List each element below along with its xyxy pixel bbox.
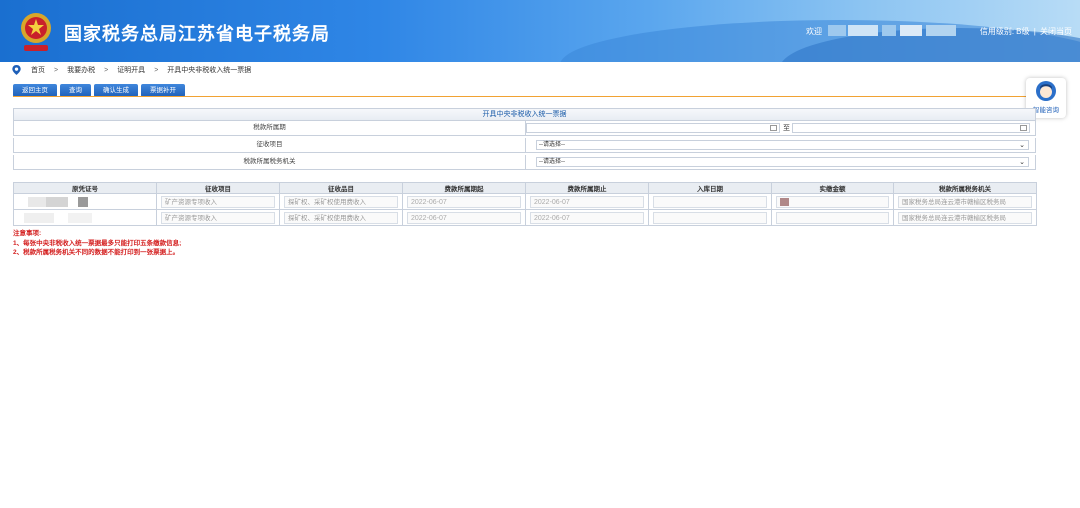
item-field: 矿产资源专项收入 — [161, 195, 275, 208]
redacted-username — [926, 25, 956, 36]
customer-service-icon — [1036, 81, 1056, 101]
period-separator: 至 — [783, 125, 790, 132]
redacted-value — [46, 196, 68, 207]
breadcrumb: 首页 > 我要办税 > 证明开具 > 开具中央非税收入统一票据 — [12, 64, 251, 76]
redacted-value — [24, 212, 54, 223]
tax-authority-value: --请选择-- — [539, 159, 565, 165]
notes-title: 注意事项: — [13, 230, 42, 237]
amount-field — [776, 195, 889, 208]
toolbar-divider — [13, 96, 1043, 97]
period-end-input[interactable] — [792, 123, 1030, 133]
divider: | — [1033, 27, 1036, 36]
breadcrumb-current: 开具中央非税收入统一票据 — [167, 67, 252, 74]
location-pin-icon — [12, 65, 21, 75]
tax-period-row: 税款所属期 至 — [13, 121, 1036, 136]
app-title: 国家税务总局江苏省电子税务局 — [64, 24, 330, 45]
breadcrumb-certificate[interactable]: 证明开具 — [117, 65, 145, 75]
column-header: 实缴金额 — [771, 182, 894, 194]
welcome-text: 欢迎 — [806, 27, 822, 36]
authority-field: 国家税务总局连云港市赣榆区税务局 — [898, 211, 1032, 224]
user-info: 信用级别: B级 | 关闭当页 — [978, 26, 1072, 37]
table-header-row: 原凭证号 征收项目 征收品目 费款所属期起 费款所属期止 入库日期 实缴金额 税… — [13, 182, 1037, 194]
credit-label: 信用级别: — [979, 27, 1015, 36]
redacted-username — [848, 25, 878, 36]
item-field: 矿产资源专项收入 — [161, 211, 275, 224]
table-row[interactable]: 矿产资源专项收入 探矿权、采矿权使用费收入 2022-06-07 2022-06… — [13, 193, 1037, 210]
collection-item-select[interactable]: --请选择-- ⌄ — [536, 140, 1029, 150]
column-header: 征收项目 — [156, 182, 280, 194]
header-banner: 国家税务总局江苏省电子税务局 欢迎 信用级别: B级 | 关闭当页 — [0, 0, 1080, 62]
chevron-down-icon: ⌄ — [1019, 159, 1025, 166]
column-header: 入库日期 — [648, 182, 772, 194]
amount-field — [776, 211, 889, 224]
redacted-username — [882, 25, 896, 36]
collection-item-value: --请选择-- — [539, 142, 565, 148]
breadcrumb-home[interactable]: 首页 — [31, 65, 45, 75]
note-item: 2、税款所属税务机关不同的数据不能打印到一张票据上。 — [13, 249, 180, 256]
redacted-value — [780, 197, 789, 206]
redacted-username — [828, 25, 846, 36]
credit-level: B级 — [1016, 27, 1030, 36]
column-header: 征收品目 — [279, 182, 403, 194]
voucher-number-cell — [13, 193, 157, 210]
redacted-value — [68, 212, 92, 223]
period-start-input[interactable] — [526, 123, 780, 133]
voucher-number-cell — [13, 209, 157, 226]
calendar-icon[interactable] — [1020, 125, 1027, 131]
tax-authority-label: 税款所属税务机关 — [14, 155, 526, 169]
form-title: 开具中央非税收入统一票据 — [13, 108, 1036, 121]
collection-item-row: 征收项目 --请选择-- ⌄ — [13, 138, 1036, 153]
breadcrumb-separator: > — [104, 66, 109, 74]
redacted-value — [78, 196, 88, 207]
tax-emblem-logo — [21, 13, 51, 51]
column-header: 费款所属期止 — [525, 182, 649, 194]
close-page-link[interactable]: 关闭当页 — [1040, 27, 1072, 36]
table-row[interactable]: 矿产资源专项收入 探矿权、采矿权使用费收入 2022-06-07 2022-06… — [13, 209, 1037, 226]
breadcrumb-separator: > — [154, 66, 159, 74]
subitem-field: 探矿权、采矿权使用费收入 — [284, 195, 398, 208]
period-start-field: 2022-06-07 — [407, 195, 521, 208]
storage-date-field[interactable] — [653, 195, 767, 208]
column-header: 原凭证号 — [13, 182, 157, 194]
note-item: 1、每张中央非税收入统一票据最多只能打印五条缴款信息; — [13, 239, 182, 247]
column-header: 税款所属税务机关 — [893, 182, 1037, 194]
calendar-icon[interactable] — [770, 125, 777, 131]
redacted-username — [900, 25, 922, 36]
breadcrumb-tax-service[interactable]: 我要办税 — [67, 65, 95, 75]
storage-date-field[interactable] — [653, 211, 767, 224]
redacted-value — [28, 196, 46, 207]
period-start-field: 2022-06-07 — [407, 211, 521, 224]
payment-table: 原凭证号 征收项目 征收品目 费款所属期起 费款所属期止 入库日期 实缴金额 税… — [13, 182, 1037, 226]
chevron-down-icon: ⌄ — [1019, 142, 1025, 149]
tax-period-label: 税款所属期 — [14, 121, 526, 135]
notes-section: 注意事项: 1、每张中央非税收入统一票据最多只能打印五条缴款信息; 2、税款所属… — [13, 229, 181, 258]
authority-field: 国家税务总局连云港市赣榆区税务局 — [898, 195, 1032, 208]
collection-item-label: 征收项目 — [14, 138, 526, 152]
subitem-field: 探矿权、采矿权使用费收入 — [284, 211, 398, 224]
tax-authority-select[interactable]: --请选择-- ⌄ — [536, 157, 1029, 167]
period-end-field: 2022-06-07 — [530, 195, 644, 208]
column-header: 费款所属期起 — [402, 182, 526, 194]
period-end-field: 2022-06-07 — [530, 211, 644, 224]
tax-authority-row: 税款所属税务机关 --请选择-- ⌄ — [13, 155, 1036, 170]
breadcrumb-separator: > — [54, 66, 59, 74]
